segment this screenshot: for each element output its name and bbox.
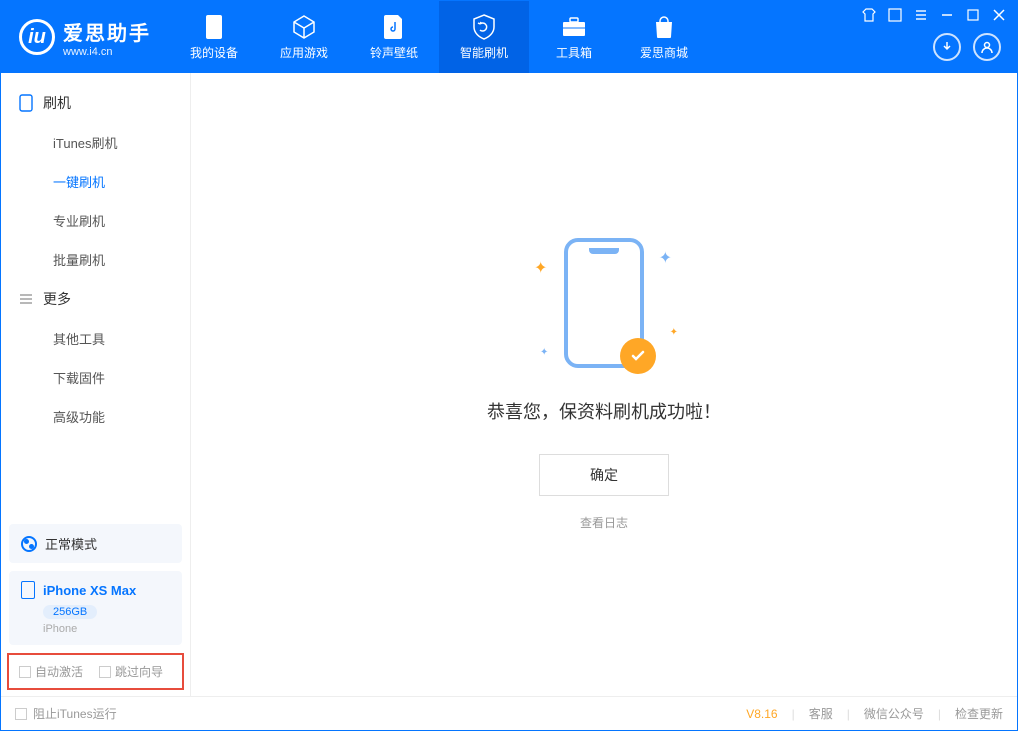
block-itunes-label[interactable]: 阻止iTunes运行 (33, 705, 117, 722)
nav-label: 我的设备 (190, 44, 238, 61)
header-right (933, 33, 1017, 61)
success-graphic: ✦ ✦ ✦ ✦ (564, 238, 644, 368)
nav-tab-apps[interactable]: 应用游戏 (259, 1, 349, 73)
highlighted-options: 自动激活 跳过向导 (7, 653, 184, 690)
device-card[interactable]: iPhone XS Max 256GB iPhone (9, 571, 182, 645)
minimize-button[interactable] (939, 7, 955, 23)
checkbox-icon (19, 666, 31, 678)
mode-label: 正常模式 (45, 534, 97, 553)
version-label: V8.16 (746, 707, 777, 721)
nav-tab-store[interactable]: 爱思商城 (619, 1, 709, 73)
app-window: iu 爱思助手 www.i4.cn 我的设备 应用游戏 铃声壁纸 智能刷机 (0, 0, 1018, 731)
nav-label: 智能刷机 (460, 44, 508, 61)
nav-tab-device[interactable]: 我的设备 (169, 1, 259, 73)
ok-button[interactable]: 确定 (539, 454, 669, 496)
nav-label: 应用游戏 (280, 44, 328, 61)
group-title: 更多 (43, 289, 71, 309)
nav-tabs: 我的设备 应用游戏 铃声壁纸 智能刷机 工具箱 爱思商城 (169, 1, 709, 73)
device-name: iPhone XS Max (43, 583, 136, 598)
cube-icon (291, 14, 317, 40)
skip-guide-checkbox[interactable]: 跳过向导 (99, 663, 163, 680)
app-url: www.i4.cn (63, 46, 151, 58)
separator: | (847, 707, 850, 721)
sidebar-group-more: 更多 (1, 279, 190, 319)
shield-refresh-icon (471, 14, 497, 40)
sidebar-item-pro-flash[interactable]: 专业刷机 (1, 201, 190, 240)
sparkle-icon: ✦ (534, 258, 547, 278)
footer-link-update[interactable]: 检查更新 (955, 705, 1003, 722)
phone-outline-icon (21, 581, 35, 599)
check-badge-icon (620, 338, 656, 374)
sparkle-icon: ✦ (670, 327, 678, 338)
user-button[interactable] (973, 33, 1001, 61)
list-icon (19, 292, 33, 306)
auto-activate-checkbox[interactable]: 自动激活 (19, 663, 83, 680)
sidebar-item-itunes-flash[interactable]: iTunes刷机 (1, 123, 190, 162)
sidebar-item-batch-flash[interactable]: 批量刷机 (1, 240, 190, 279)
view-log-link[interactable]: 查看日志 (580, 514, 628, 531)
separator: | (792, 707, 795, 721)
nav-label: 工具箱 (556, 44, 592, 61)
sidebar: 刷机 iTunes刷机 一键刷机 专业刷机 批量刷机 更多 其他工具 下载固件 … (1, 73, 191, 696)
sidebar-item-oneclick-flash[interactable]: 一键刷机 (1, 162, 190, 201)
checkbox-icon (99, 666, 111, 678)
feedback-icon[interactable] (887, 7, 903, 23)
download-button[interactable] (933, 33, 961, 61)
group-title: 刷机 (43, 93, 71, 113)
app-logo-icon: iu (19, 19, 55, 55)
menu-icon[interactable] (913, 7, 929, 23)
skin-icon[interactable] (861, 7, 877, 23)
mode-indicator[interactable]: 正常模式 (9, 524, 182, 563)
titlebar: iu 爱思助手 www.i4.cn 我的设备 应用游戏 铃声壁纸 智能刷机 (1, 1, 1017, 73)
window-controls (851, 1, 1017, 29)
body: 刷机 iTunes刷机 一键刷机 专业刷机 批量刷机 更多 其他工具 下载固件 … (1, 73, 1017, 696)
footer-link-wechat[interactable]: 微信公众号 (864, 705, 924, 722)
storage-badge: 256GB (43, 605, 97, 619)
checkbox-label: 跳过向导 (115, 663, 163, 680)
success-message: 恭喜您，保资料刷机成功啦！ (487, 398, 721, 424)
checkbox-label: 自动激活 (35, 663, 83, 680)
sidebar-item-download-fw[interactable]: 下载固件 (1, 358, 190, 397)
nav-label: 爱思商城 (640, 44, 688, 61)
sparkle-icon: ✦ (659, 248, 672, 268)
app-name: 爱思助手 (63, 17, 151, 46)
separator: | (938, 707, 941, 721)
bag-icon (651, 14, 677, 40)
main-content: ✦ ✦ ✦ ✦ 恭喜您，保资料刷机成功啦！ 确定 查看日志 (191, 73, 1017, 696)
checkbox-icon[interactable] (15, 708, 27, 720)
phone-icon (201, 14, 227, 40)
nav-tab-flash[interactable]: 智能刷机 (439, 1, 529, 73)
sidebar-item-other-tools[interactable]: 其他工具 (1, 319, 190, 358)
document-music-icon (381, 14, 407, 40)
briefcase-icon (561, 14, 587, 40)
sidebar-group-flash: 刷机 (1, 83, 190, 123)
nav-tab-toolbox[interactable]: 工具箱 (529, 1, 619, 73)
footer: 阻止iTunes运行 V8.16 | 客服 | 微信公众号 | 检查更新 (1, 696, 1017, 730)
sparkle-icon: ✦ (540, 347, 548, 358)
nav-label: 铃声壁纸 (370, 44, 418, 61)
close-button[interactable] (991, 7, 1007, 23)
mode-icon (21, 536, 37, 552)
maximize-button[interactable] (965, 7, 981, 23)
nav-tab-media[interactable]: 铃声壁纸 (349, 1, 439, 73)
sidebar-item-advanced[interactable]: 高级功能 (1, 397, 190, 436)
logo-area: iu 爱思助手 www.i4.cn (1, 17, 169, 58)
footer-link-support[interactable]: 客服 (809, 705, 833, 722)
device-icon (19, 94, 33, 112)
device-type: iPhone (43, 623, 170, 635)
